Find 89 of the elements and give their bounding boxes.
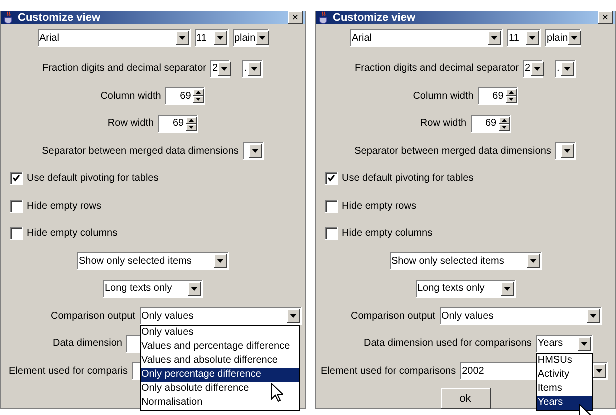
close-button[interactable]: × <box>598 11 613 24</box>
up-arrow-icon <box>502 118 507 122</box>
checkbox[interactable] <box>10 172 23 185</box>
up-arrow-icon <box>508 91 514 94</box>
font-style-dropdown[interactable]: plain <box>232 29 268 47</box>
dropdown-arrow-icon <box>580 342 588 346</box>
dropdown-arrow-icon <box>529 36 536 40</box>
selection-dropdown[interactable]: Show only selected items <box>390 252 542 270</box>
dropdown-arrow-icon <box>217 259 224 263</box>
dropdown-arrow-icon <box>251 66 258 70</box>
dropdown-arrow-icon <box>252 149 259 153</box>
fraction-label: Fraction digits and decimal separator <box>42 63 206 74</box>
down-arrow-icon <box>196 98 202 101</box>
decimal-separator-dropdown[interactable]: . <box>554 60 576 78</box>
separator-label: Separator between merged data dimensions <box>42 146 239 156</box>
number-spinner[interactable]: 69 <box>158 114 198 132</box>
comparison-output-label: Comparison output <box>51 310 136 322</box>
dropdown-arrow-icon <box>221 66 228 70</box>
up-arrow-icon <box>196 91 202 94</box>
checkbox[interactable] <box>325 172 338 185</box>
comparison-output-dropdown[interactable]: Only values <box>140 307 302 325</box>
font-family-dropdown[interactable]: Arial <box>38 29 190 47</box>
data-dimension-dropdown[interactable]: Years <box>536 334 593 352</box>
checkbox[interactable] <box>10 200 23 212</box>
dropdown-arrow-icon <box>178 36 186 40</box>
separator-dropdown[interactable] <box>242 142 264 160</box>
decimal-separator-dropdown[interactable]: . <box>242 60 264 78</box>
list-option[interactable]: Only percentage difference <box>140 368 298 382</box>
comparison-output-dropdown[interactable]: Only values <box>440 307 602 325</box>
element-label: Element used for comparisons <box>321 366 456 376</box>
dropdown-arrow-icon <box>191 286 198 290</box>
dropdown-arrow-icon <box>564 149 572 153</box>
checkbox-label: Hide empty columns <box>342 228 433 239</box>
font-family-dropdown[interactable]: Arial <box>350 29 503 47</box>
checkbox-label: Use default pivoting for tables <box>27 173 159 184</box>
selection-dropdown[interactable]: Show only selected items <box>77 252 229 270</box>
dropdown-arrow-icon <box>564 66 571 70</box>
separator-label: Separator between merged data dimensions <box>354 146 552 156</box>
comparison-output-label: Comparison output <box>351 310 436 322</box>
down-arrow-icon <box>189 126 194 128</box>
row-width-label: Row width <box>108 118 154 129</box>
checkbox[interactable] <box>325 200 338 212</box>
dropdown-arrow-icon <box>491 36 498 40</box>
column-width-label: Column width <box>413 90 474 102</box>
down-arrow-icon <box>502 126 507 128</box>
cup-icon <box>318 11 330 24</box>
data-dimension-label: Data dimension <box>53 338 122 349</box>
window-title: Customize view <box>333 12 417 24</box>
dropdown-arrow-icon <box>290 314 296 318</box>
ok-button[interactable]: ok <box>440 388 490 409</box>
checkbox-label: Use default pivoting for tables <box>342 173 474 184</box>
check-icon <box>328 175 335 182</box>
close-button[interactable]: × <box>288 11 303 24</box>
element-label: Element used for comparis <box>9 366 128 376</box>
cup-icon <box>3 11 15 24</box>
font-style-dropdown[interactable]: plain <box>545 29 581 47</box>
number-spinner[interactable]: 69 <box>478 87 518 105</box>
dropdown-arrow-icon <box>590 314 596 318</box>
dropdown-arrow-icon <box>571 36 578 40</box>
dropdown-arrow-icon <box>534 66 541 70</box>
checkbox[interactable] <box>10 227 23 240</box>
window-title: Customize view <box>18 12 102 24</box>
dropdown-arrow-icon <box>216 36 224 40</box>
checkbox-label: Hide empty columns <box>27 228 118 239</box>
column-width-label: Column width <box>100 90 162 102</box>
checkbox-label: Hide empty rows <box>342 200 416 212</box>
font-size-dropdown[interactable]: 11 <box>194 29 228 47</box>
list-option[interactable]: Years <box>536 396 592 410</box>
check-icon <box>13 175 20 182</box>
number-spinner[interactable]: 69 <box>470 114 511 132</box>
font-size-dropdown[interactable]: 11 <box>507 29 541 47</box>
row-width-label: Row width <box>420 118 467 129</box>
down-arrow-icon <box>508 98 514 101</box>
dropdown-arrow-icon <box>596 369 604 373</box>
dropdown-arrow-icon <box>530 259 536 263</box>
separator-dropdown[interactable] <box>555 142 576 160</box>
checkbox[interactable] <box>325 227 338 240</box>
dropdown-arrow-icon <box>258 36 266 40</box>
dropdown-arrow-icon <box>504 286 510 290</box>
text-length-dropdown[interactable]: Long texts only <box>416 280 516 298</box>
checkbox-label: Hide empty rows <box>27 200 102 212</box>
up-arrow-icon <box>189 118 194 122</box>
fraction-digits-dropdown[interactable]: 2 <box>522 60 543 78</box>
number-spinner[interactable]: 69 <box>165 87 206 105</box>
fraction-digits-dropdown[interactable]: 2 <box>210 60 230 78</box>
fraction-label: Fraction digits and decimal separator <box>355 63 519 74</box>
mouse-pointer-icon <box>270 383 282 402</box>
text-length-dropdown[interactable]: Long texts only <box>103 280 203 298</box>
data-dimension-label: Data dimension used for comparisons <box>364 338 532 349</box>
